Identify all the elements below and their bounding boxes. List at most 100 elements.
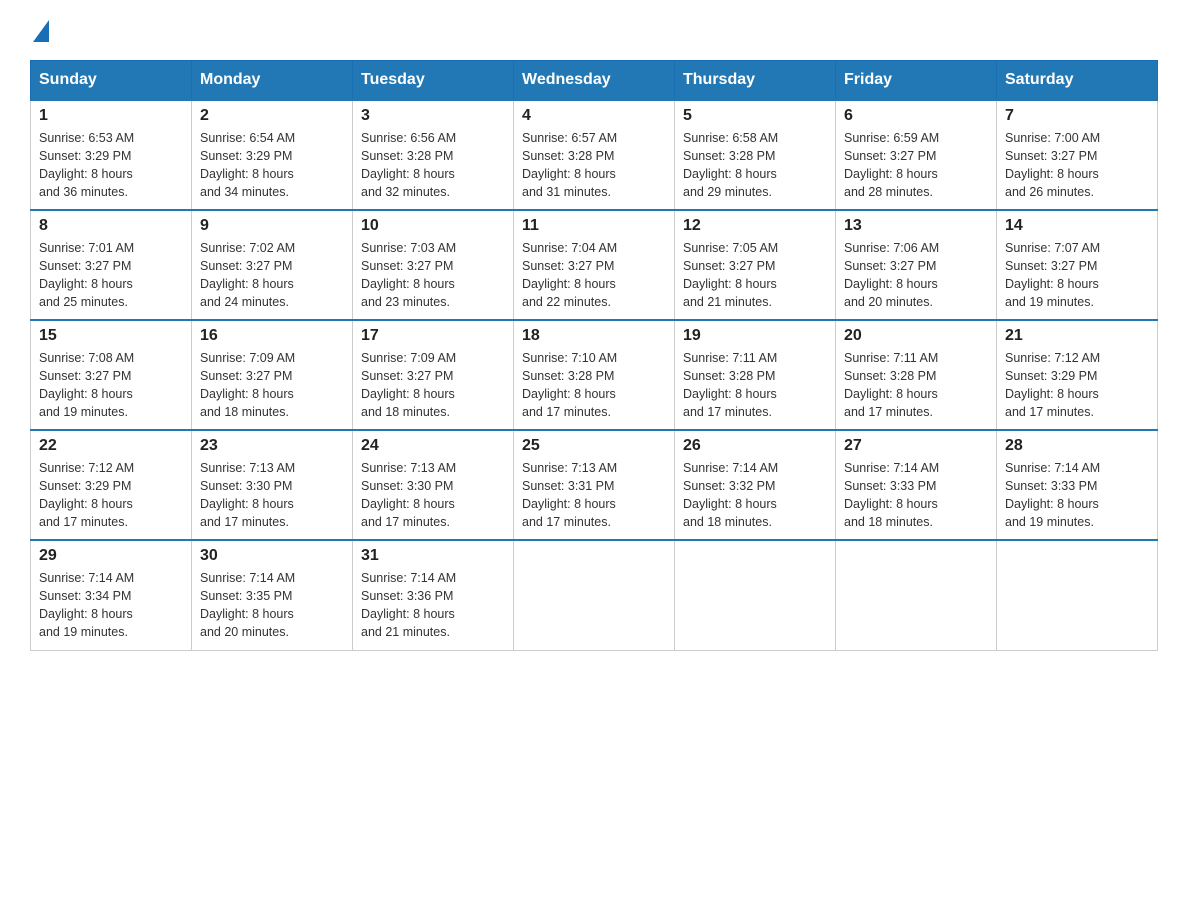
day-info: Sunrise: 7:12 AMSunset: 3:29 PMDaylight:… [1005, 349, 1149, 422]
day-number: 22 [39, 437, 183, 455]
calendar-cell: 3 Sunrise: 6:56 AMSunset: 3:28 PMDayligh… [353, 100, 514, 210]
logo [30, 20, 49, 40]
calendar-cell: 26 Sunrise: 7:14 AMSunset: 3:32 PMDaylig… [675, 430, 836, 540]
day-number: 29 [39, 547, 183, 565]
calendar-cell [836, 540, 997, 650]
calendar-cell: 19 Sunrise: 7:11 AMSunset: 3:28 PMDaylig… [675, 320, 836, 430]
weekday-header-row: SundayMondayTuesdayWednesdayThursdayFrid… [31, 61, 1158, 101]
day-number: 3 [361, 107, 505, 125]
calendar-cell: 7 Sunrise: 7:00 AMSunset: 3:27 PMDayligh… [997, 100, 1158, 210]
calendar-cell [997, 540, 1158, 650]
weekday-header-wednesday: Wednesday [514, 61, 675, 101]
day-info: Sunrise: 6:58 AMSunset: 3:28 PMDaylight:… [683, 129, 827, 202]
calendar-cell: 29 Sunrise: 7:14 AMSunset: 3:34 PMDaylig… [31, 540, 192, 650]
day-info: Sunrise: 6:54 AMSunset: 3:29 PMDaylight:… [200, 129, 344, 202]
calendar-cell: 20 Sunrise: 7:11 AMSunset: 3:28 PMDaylig… [836, 320, 997, 430]
day-info: Sunrise: 7:02 AMSunset: 3:27 PMDaylight:… [200, 239, 344, 312]
calendar-week-row: 8 Sunrise: 7:01 AMSunset: 3:27 PMDayligh… [31, 210, 1158, 320]
day-info: Sunrise: 7:11 AMSunset: 3:28 PMDaylight:… [683, 349, 827, 422]
calendar-table: SundayMondayTuesdayWednesdayThursdayFrid… [30, 60, 1158, 651]
day-info: Sunrise: 7:14 AMSunset: 3:35 PMDaylight:… [200, 569, 344, 642]
day-number: 6 [844, 107, 988, 125]
day-number: 18 [522, 327, 666, 345]
calendar-cell: 8 Sunrise: 7:01 AMSunset: 3:27 PMDayligh… [31, 210, 192, 320]
calendar-cell: 31 Sunrise: 7:14 AMSunset: 3:36 PMDaylig… [353, 540, 514, 650]
day-info: Sunrise: 7:14 AMSunset: 3:33 PMDaylight:… [1005, 459, 1149, 532]
day-info: Sunrise: 7:14 AMSunset: 3:32 PMDaylight:… [683, 459, 827, 532]
day-number: 1 [39, 107, 183, 125]
day-number: 24 [361, 437, 505, 455]
calendar-week-row: 15 Sunrise: 7:08 AMSunset: 3:27 PMDaylig… [31, 320, 1158, 430]
day-info: Sunrise: 7:14 AMSunset: 3:34 PMDaylight:… [39, 569, 183, 642]
day-number: 4 [522, 107, 666, 125]
day-info: Sunrise: 6:59 AMSunset: 3:27 PMDaylight:… [844, 129, 988, 202]
weekday-header-friday: Friday [836, 61, 997, 101]
weekday-header-monday: Monday [192, 61, 353, 101]
day-number: 16 [200, 327, 344, 345]
calendar-cell: 18 Sunrise: 7:10 AMSunset: 3:28 PMDaylig… [514, 320, 675, 430]
day-info: Sunrise: 7:13 AMSunset: 3:31 PMDaylight:… [522, 459, 666, 532]
day-number: 26 [683, 437, 827, 455]
calendar-cell: 28 Sunrise: 7:14 AMSunset: 3:33 PMDaylig… [997, 430, 1158, 540]
calendar-week-row: 29 Sunrise: 7:14 AMSunset: 3:34 PMDaylig… [31, 540, 1158, 650]
calendar-cell: 5 Sunrise: 6:58 AMSunset: 3:28 PMDayligh… [675, 100, 836, 210]
day-number: 11 [522, 217, 666, 235]
calendar-cell: 23 Sunrise: 7:13 AMSunset: 3:30 PMDaylig… [192, 430, 353, 540]
day-number: 28 [1005, 437, 1149, 455]
calendar-cell: 30 Sunrise: 7:14 AMSunset: 3:35 PMDaylig… [192, 540, 353, 650]
day-number: 23 [200, 437, 344, 455]
day-number: 14 [1005, 217, 1149, 235]
day-info: Sunrise: 7:10 AMSunset: 3:28 PMDaylight:… [522, 349, 666, 422]
calendar-cell: 9 Sunrise: 7:02 AMSunset: 3:27 PMDayligh… [192, 210, 353, 320]
day-number: 13 [844, 217, 988, 235]
calendar-week-row: 1 Sunrise: 6:53 AMSunset: 3:29 PMDayligh… [31, 100, 1158, 210]
day-number: 10 [361, 217, 505, 235]
day-info: Sunrise: 7:05 AMSunset: 3:27 PMDaylight:… [683, 239, 827, 312]
calendar-cell [675, 540, 836, 650]
calendar-cell: 24 Sunrise: 7:13 AMSunset: 3:30 PMDaylig… [353, 430, 514, 540]
calendar-cell: 1 Sunrise: 6:53 AMSunset: 3:29 PMDayligh… [31, 100, 192, 210]
day-number: 8 [39, 217, 183, 235]
day-info: Sunrise: 7:14 AMSunset: 3:33 PMDaylight:… [844, 459, 988, 532]
weekday-header-saturday: Saturday [997, 61, 1158, 101]
day-number: 12 [683, 217, 827, 235]
calendar-cell: 13 Sunrise: 7:06 AMSunset: 3:27 PMDaylig… [836, 210, 997, 320]
day-number: 30 [200, 547, 344, 565]
day-info: Sunrise: 7:07 AMSunset: 3:27 PMDaylight:… [1005, 239, 1149, 312]
day-info: Sunrise: 7:09 AMSunset: 3:27 PMDaylight:… [361, 349, 505, 422]
day-info: Sunrise: 7:14 AMSunset: 3:36 PMDaylight:… [361, 569, 505, 642]
calendar-cell: 25 Sunrise: 7:13 AMSunset: 3:31 PMDaylig… [514, 430, 675, 540]
day-info: Sunrise: 7:09 AMSunset: 3:27 PMDaylight:… [200, 349, 344, 422]
calendar-cell: 27 Sunrise: 7:14 AMSunset: 3:33 PMDaylig… [836, 430, 997, 540]
day-number: 15 [39, 327, 183, 345]
calendar-cell: 14 Sunrise: 7:07 AMSunset: 3:27 PMDaylig… [997, 210, 1158, 320]
day-number: 9 [200, 217, 344, 235]
day-info: Sunrise: 7:00 AMSunset: 3:27 PMDaylight:… [1005, 129, 1149, 202]
weekday-header-thursday: Thursday [675, 61, 836, 101]
day-info: Sunrise: 7:06 AMSunset: 3:27 PMDaylight:… [844, 239, 988, 312]
calendar-cell: 17 Sunrise: 7:09 AMSunset: 3:27 PMDaylig… [353, 320, 514, 430]
day-info: Sunrise: 7:12 AMSunset: 3:29 PMDaylight:… [39, 459, 183, 532]
weekday-header-sunday: Sunday [31, 61, 192, 101]
day-number: 31 [361, 547, 505, 565]
calendar-cell: 6 Sunrise: 6:59 AMSunset: 3:27 PMDayligh… [836, 100, 997, 210]
day-info: Sunrise: 6:56 AMSunset: 3:28 PMDaylight:… [361, 129, 505, 202]
day-info: Sunrise: 6:53 AMSunset: 3:29 PMDaylight:… [39, 129, 183, 202]
day-info: Sunrise: 7:13 AMSunset: 3:30 PMDaylight:… [361, 459, 505, 532]
day-number: 27 [844, 437, 988, 455]
day-number: 25 [522, 437, 666, 455]
day-number: 20 [844, 327, 988, 345]
calendar-cell: 16 Sunrise: 7:09 AMSunset: 3:27 PMDaylig… [192, 320, 353, 430]
calendar-cell: 15 Sunrise: 7:08 AMSunset: 3:27 PMDaylig… [31, 320, 192, 430]
day-info: Sunrise: 7:13 AMSunset: 3:30 PMDaylight:… [200, 459, 344, 532]
logo-triangle-icon [33, 20, 49, 42]
calendar-cell: 2 Sunrise: 6:54 AMSunset: 3:29 PMDayligh… [192, 100, 353, 210]
calendar-cell [514, 540, 675, 650]
day-info: Sunrise: 7:01 AMSunset: 3:27 PMDaylight:… [39, 239, 183, 312]
calendar-week-row: 22 Sunrise: 7:12 AMSunset: 3:29 PMDaylig… [31, 430, 1158, 540]
day-number: 17 [361, 327, 505, 345]
calendar-cell: 21 Sunrise: 7:12 AMSunset: 3:29 PMDaylig… [997, 320, 1158, 430]
day-number: 7 [1005, 107, 1149, 125]
calendar-cell: 22 Sunrise: 7:12 AMSunset: 3:29 PMDaylig… [31, 430, 192, 540]
day-info: Sunrise: 6:57 AMSunset: 3:28 PMDaylight:… [522, 129, 666, 202]
